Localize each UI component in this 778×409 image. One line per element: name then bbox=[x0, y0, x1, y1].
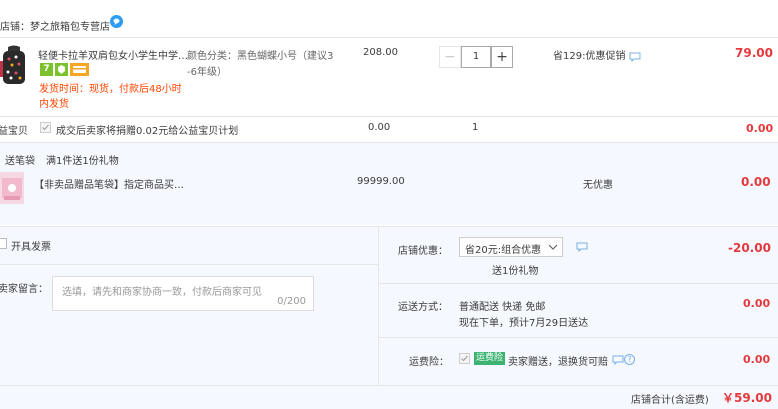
divider bbox=[0, 264, 378, 265]
insurance-badge: 运费险 bbox=[474, 352, 506, 365]
credit-card-badge-icon bbox=[70, 63, 89, 76]
insurance-comment-icon[interactable] bbox=[612, 355, 624, 368]
shipping-amount: 0.00 bbox=[743, 297, 771, 310]
service-badges: 7 bbox=[40, 63, 89, 76]
message-placeholder: 选填，请先和商家协商一致，付款后商家可见 bbox=[62, 287, 262, 298]
shop-name[interactable]: 梦之旅箱包专营店 bbox=[30, 22, 110, 33]
gift-rule: 满1件送1份礼物 bbox=[46, 156, 119, 167]
product-thumbnail[interactable] bbox=[0, 45, 28, 87]
charity-price: 0.00 bbox=[368, 122, 391, 133]
wangwang-chat-icon[interactable] bbox=[110, 15, 123, 28]
insurance-checkbox[interactable] bbox=[459, 353, 470, 364]
shipping-label: 运送方式： bbox=[398, 302, 448, 313]
promo-info: 省129:优惠促销 bbox=[553, 51, 626, 62]
invoice-checkbox[interactable] bbox=[0, 238, 7, 249]
shop-discount-note: 送1份礼物 bbox=[492, 266, 539, 277]
divider bbox=[379, 337, 778, 338]
chevron-down-icon bbox=[548, 243, 558, 254]
shop-discount-label: 店铺优惠： bbox=[398, 246, 448, 257]
quantity-input[interactable]: 1 bbox=[461, 46, 491, 68]
charity-label: 公益宝贝 bbox=[0, 126, 28, 137]
shop-total-label: 店铺合计(含运费) bbox=[631, 395, 709, 406]
charity-subtotal: 0.00 bbox=[746, 122, 774, 135]
promo-comment-icon[interactable] bbox=[629, 52, 641, 65]
message-label: 给卖家留言： bbox=[0, 284, 48, 295]
message-textarea[interactable]: 选填，请先和商家协商一致，付款后商家可见 0/200 bbox=[52, 276, 314, 311]
charity-quantity: 1 bbox=[472, 122, 479, 133]
shop-discount-select[interactable]: 省20元:组合优惠 bbox=[459, 237, 563, 257]
item-subtotal: 79.00 bbox=[735, 46, 773, 60]
shop-discount-amount: -20.00 bbox=[728, 241, 771, 255]
gift-title[interactable]: 【非卖品赠品笔袋】指定商品买… bbox=[34, 176, 184, 191]
gift-tag: 送笔袋 bbox=[5, 156, 35, 167]
divider bbox=[379, 283, 778, 284]
divider bbox=[0, 37, 778, 38]
gift-price: 99999.00 bbox=[357, 176, 405, 187]
charity-text: 成交后卖家将捐赠0.02元给公益宝贝计划 bbox=[56, 126, 239, 137]
insurance-amount: 0.00 bbox=[743, 353, 771, 366]
delivery-time-line1: 发货时间：现货，付款后48小时 bbox=[39, 84, 182, 95]
divider bbox=[0, 385, 778, 386]
quantity-stepper[interactable]: − 1 + bbox=[439, 46, 515, 68]
unit-price: 208.00 bbox=[363, 47, 398, 58]
shop-header: 店铺：梦之旅箱包专营店 bbox=[0, 18, 110, 33]
decrement-button[interactable]: − bbox=[439, 46, 461, 68]
options-area-bg bbox=[0, 226, 778, 409]
charity-checkbox[interactable] bbox=[40, 122, 51, 133]
delivery-time-line2: 内发货 bbox=[39, 99, 69, 110]
insurance-label: 运费险： bbox=[409, 357, 449, 368]
shipping-eta: 现在下单，预计7月29日送达 bbox=[459, 318, 589, 329]
divider bbox=[0, 116, 778, 117]
divider-vertical bbox=[378, 226, 379, 386]
shipping-method: 普通配送 快递 免邮 bbox=[459, 302, 546, 313]
message-counter: 0/200 bbox=[277, 296, 306, 307]
shop-prefix: 店铺： bbox=[0, 22, 30, 33]
discount-comment-icon[interactable] bbox=[576, 242, 588, 255]
shop-total-amount: ￥59.00 bbox=[722, 391, 772, 405]
help-icon[interactable]: ? bbox=[624, 354, 635, 365]
insurance-text: 卖家赠送，退换货可赔 bbox=[508, 357, 608, 368]
invoice-label[interactable]: 开具发票 bbox=[11, 238, 51, 253]
sku-line2: -6年级） bbox=[187, 67, 227, 78]
sku-line1: 颜色分类：黑色蝴蝶小号（建议3 bbox=[187, 51, 334, 62]
product-title[interactable]: 轻便卡拉羊双肩包女小学生中学… bbox=[38, 47, 188, 62]
seven-day-return-badge: 7 bbox=[40, 63, 53, 76]
gift-promo: 无优惠 bbox=[583, 180, 613, 191]
gift-thumbnail[interactable] bbox=[0, 172, 24, 204]
gift-subtotal: 0.00 bbox=[741, 175, 771, 189]
guarantee-badge-icon bbox=[55, 63, 68, 76]
shop-discount-selected: 省20元:组合优惠 bbox=[465, 245, 542, 256]
increment-button[interactable]: + bbox=[491, 46, 513, 68]
